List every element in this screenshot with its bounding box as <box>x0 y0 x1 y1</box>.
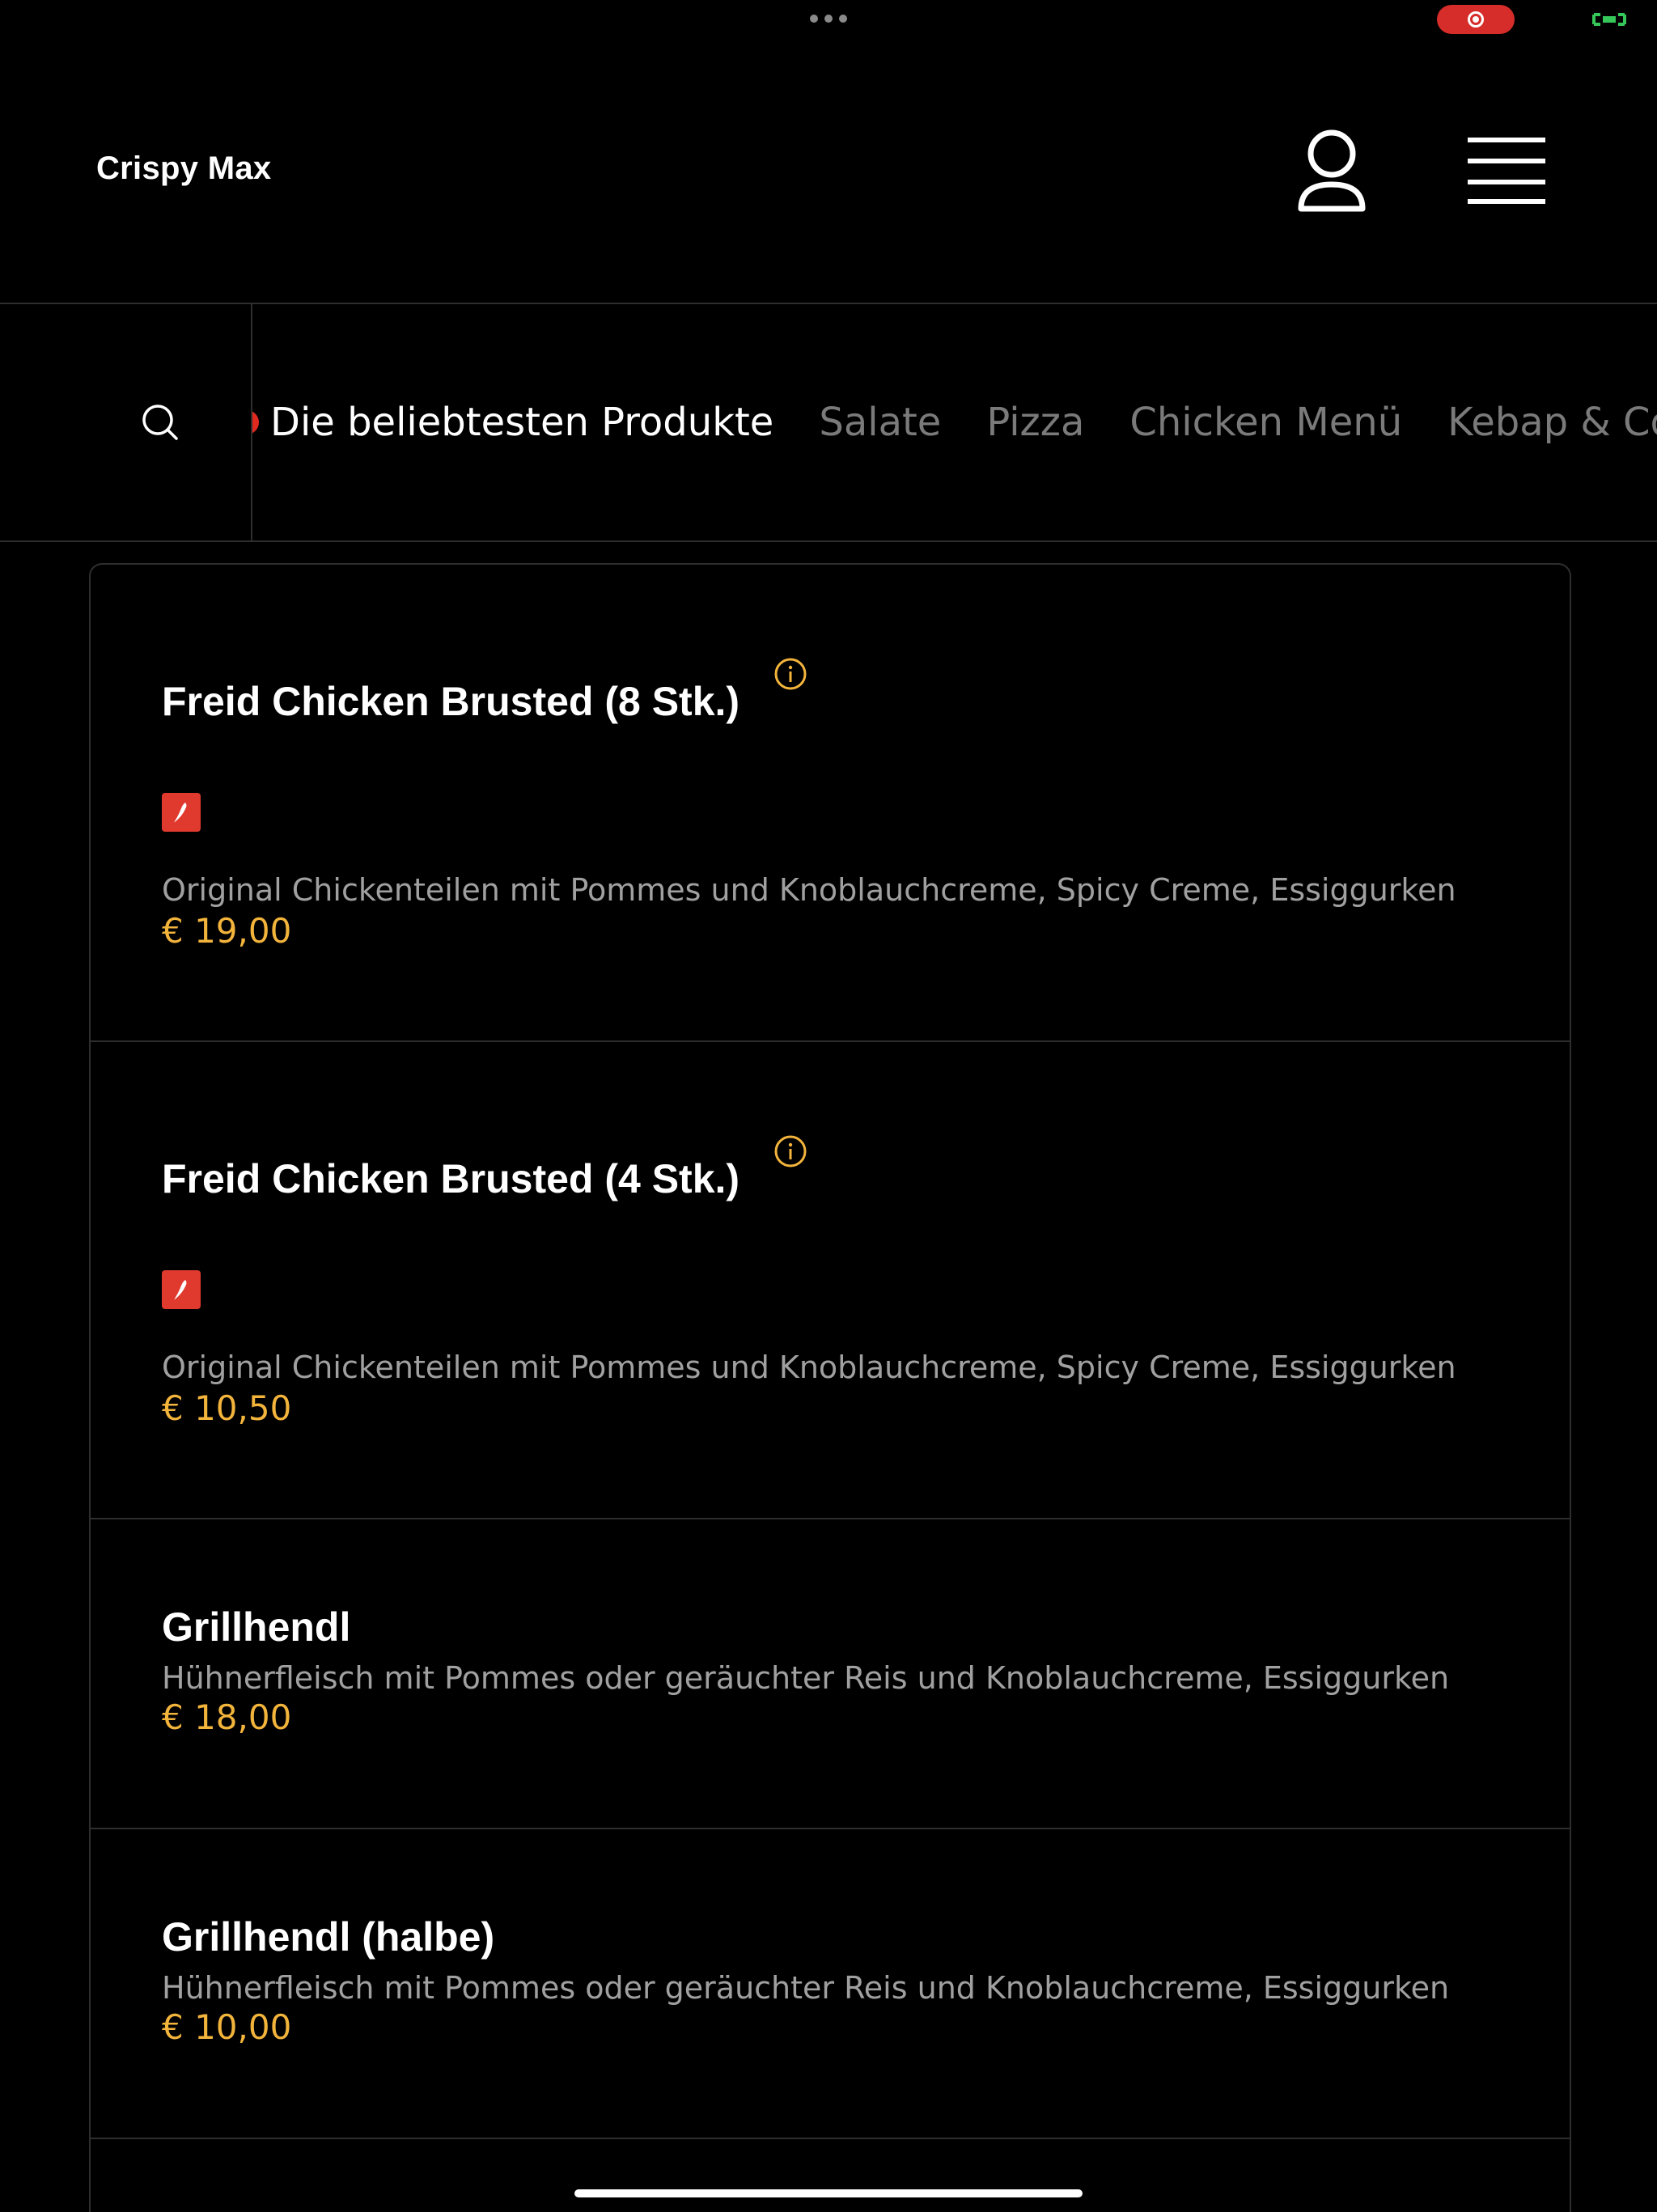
product-title: Grillhendl <box>162 1604 351 1650</box>
product-price: € 19,00 <box>162 911 292 951</box>
tab-label: Kebap & Co. M <box>1447 400 1657 445</box>
spicy-badge <box>162 1270 201 1309</box>
tab-label: Pizza <box>986 400 1085 445</box>
hamburger-menu-icon[interactable] <box>1466 136 1547 206</box>
spicy-badge <box>162 793 201 832</box>
category-nav: Die beliebtesten Produkte Salate Pizza C… <box>0 304 1657 542</box>
info-icon[interactable] <box>773 1134 807 1168</box>
product-title: Freid Chicken Brusted (4 Stk.) <box>162 1156 740 1201</box>
app-header: Crispy Max <box>0 0 1657 304</box>
product-price: € 10,50 <box>162 1388 292 1428</box>
category-tabs: Die beliebtesten Produkte Salate Pizza C… <box>235 304 1657 540</box>
product-card[interactable]: Freid Chicken Brusted (8 Stk.) Original … <box>91 565 1570 1042</box>
product-title: Freid Chicken Brusted (8 Stk.) <box>162 679 740 724</box>
product-card[interactable]: Grillhendl Hühnerfleisch mit Pommes oder… <box>91 1519 1570 1829</box>
product-list: Freid Chicken Brusted (8 Stk.) Original … <box>89 563 1571 2212</box>
search-button[interactable] <box>0 304 252 540</box>
home-indicator[interactable] <box>574 2189 1083 2197</box>
tab-salate[interactable]: Salate <box>819 400 941 445</box>
info-icon[interactable] <box>773 657 807 691</box>
tab-pizza[interactable]: Pizza <box>986 400 1084 445</box>
brand-title[interactable]: Crispy Max <box>96 150 271 187</box>
tab-chicken-menu[interactable]: Chicken Menü <box>1129 400 1402 445</box>
tab-label: Chicken Menü <box>1129 400 1403 445</box>
tab-popular[interactable]: Die beliebtesten Produkte <box>235 400 774 445</box>
product-title: Grillhendl (halbe) <box>162 1914 495 1960</box>
product-card[interactable]: Freid Chicken Brusted (4 Stk.) Original … <box>91 1042 1570 1519</box>
product-price: € 10,00 <box>162 2007 292 2047</box>
tab-label: Salate <box>819 400 942 445</box>
product-description: Hühnerfleisch mit Pommes oder geräuchter… <box>162 1970 1450 2006</box>
product-price: € 18,00 <box>162 1697 292 1737</box>
chili-icon <box>174 803 187 823</box>
product-description: Hühnerfleisch mit Pommes oder geräuchter… <box>162 1660 1450 1696</box>
user-icon[interactable] <box>1293 126 1371 215</box>
search-icon <box>142 405 178 440</box>
product-description: Original Chickenteilen mit Pommes und Kn… <box>162 872 1456 908</box>
chili-icon <box>174 1280 187 1300</box>
tab-kebap[interactable]: Kebap & Co. M <box>1447 400 1657 445</box>
tab-label: Die beliebtesten Produkte <box>270 400 774 445</box>
product-description: Original Chickenteilen mit Pommes und Kn… <box>162 1350 1456 1385</box>
product-card[interactable]: Grillhendl (halbe) Hühnerfleisch mit Pom… <box>91 1829 1570 2139</box>
